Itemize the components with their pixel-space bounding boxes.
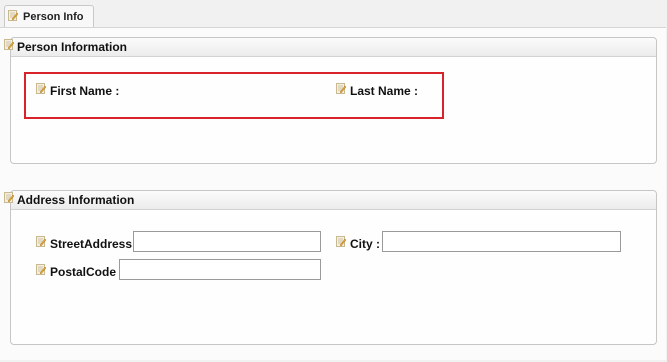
edit-note-icon	[8, 10, 18, 21]
edit-note-icon	[336, 236, 346, 247]
street-address-input[interactable]	[133, 231, 321, 252]
tab-bar: Person Info	[0, 0, 667, 28]
postal-code-label: PostalCode :	[50, 265, 124, 279]
group-title: Person Information	[17, 40, 128, 54]
group-header: Address Information	[11, 191, 656, 210]
edit-note-icon	[36, 236, 46, 247]
street-address-label: StreetAddress :	[50, 237, 140, 251]
city-label: City :	[350, 237, 380, 251]
city-input[interactable]	[382, 231, 621, 252]
highlight-box	[24, 72, 444, 119]
postal-code-input[interactable]	[119, 259, 321, 280]
edit-note-icon	[4, 192, 14, 203]
group-title: Address Information	[17, 193, 135, 207]
edit-note-icon	[36, 264, 46, 275]
tab-person-info[interactable]: Person Info	[4, 5, 94, 27]
edit-note-icon	[4, 39, 14, 50]
tab-label: Person Info	[23, 11, 84, 23]
group-header: Person Information	[11, 38, 656, 57]
